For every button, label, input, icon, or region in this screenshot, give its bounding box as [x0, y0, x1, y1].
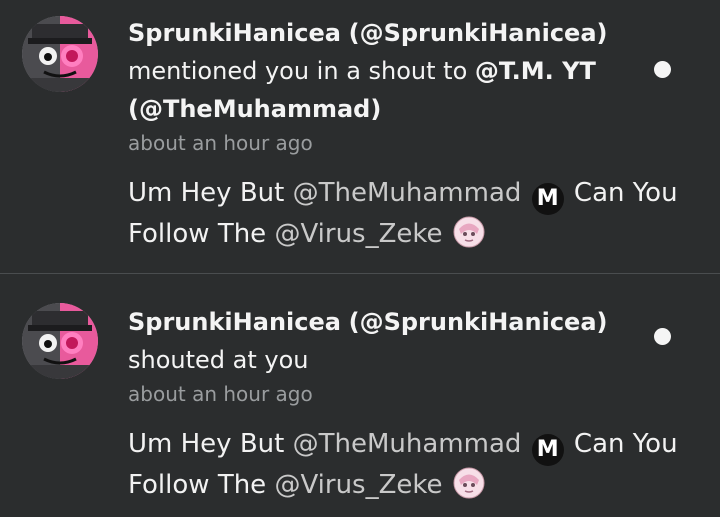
m-emoji-icon: M — [531, 434, 564, 466]
notification-headline: SprunkiHanicea (@SprunkiHanicea) mention… — [128, 14, 648, 128]
sprunki-avatar-icon — [22, 303, 98, 379]
shout-message: Um Hey But @TheMuhammad M Can You Follow… — [128, 174, 708, 254]
notification-headline: SprunkiHanicea (@SprunkiHanicea) shouted… — [128, 303, 648, 379]
mention-link[interactable]: @Virus_Zeke — [274, 470, 442, 500]
notification-item[interactable]: SprunkiHanicea (@SprunkiHanicea) shouted… — [0, 274, 720, 517]
shout-message: Um Hey But @TheMuhammad M Can You Follow… — [128, 425, 708, 505]
mention-link[interactable]: @TheMuhammad — [293, 429, 522, 459]
target-handle-link[interactable]: (@TheMuhammad) — [128, 95, 381, 123]
sender-name-link[interactable]: SprunkiHanicea — [128, 308, 341, 336]
sender-avatar[interactable] — [22, 16, 98, 92]
m-emoji-icon: M — [531, 183, 564, 215]
action-text: mentioned you in a shout to — [128, 57, 468, 85]
unread-dot-icon — [654, 328, 671, 345]
notification-content: SprunkiHanicea (@SprunkiHanicea) mention… — [128, 14, 678, 254]
zeke-emoji-icon — [453, 467, 485, 499]
notification-timestamp: about an hour ago — [128, 382, 313, 406]
target-name-link[interactable]: @T.M. YT — [475, 57, 596, 85]
mention-link[interactable]: @Virus_Zeke — [274, 219, 442, 249]
action-text: shouted at you — [128, 346, 309, 374]
sender-handle-link[interactable]: (@SprunkiHanicea) — [349, 308, 608, 336]
sender-avatar[interactable] — [22, 303, 98, 379]
mention-link[interactable]: @TheMuhammad — [293, 178, 522, 208]
sprunki-avatar-icon — [22, 16, 98, 92]
sender-name-link[interactable]: SprunkiHanicea — [128, 19, 341, 47]
notification-item[interactable]: SprunkiHanicea (@SprunkiHanicea) mention… — [0, 0, 720, 274]
notification-content: SprunkiHanicea (@SprunkiHanicea) shouted… — [128, 303, 678, 505]
message-text: Um Hey But — [128, 178, 293, 208]
zeke-emoji-icon — [453, 216, 485, 248]
message-text: Um Hey But — [128, 429, 293, 459]
sender-handle-link[interactable]: (@SprunkiHanicea) — [349, 19, 608, 47]
notification-timestamp: about an hour ago — [128, 131, 313, 155]
unread-dot-icon — [654, 61, 671, 78]
